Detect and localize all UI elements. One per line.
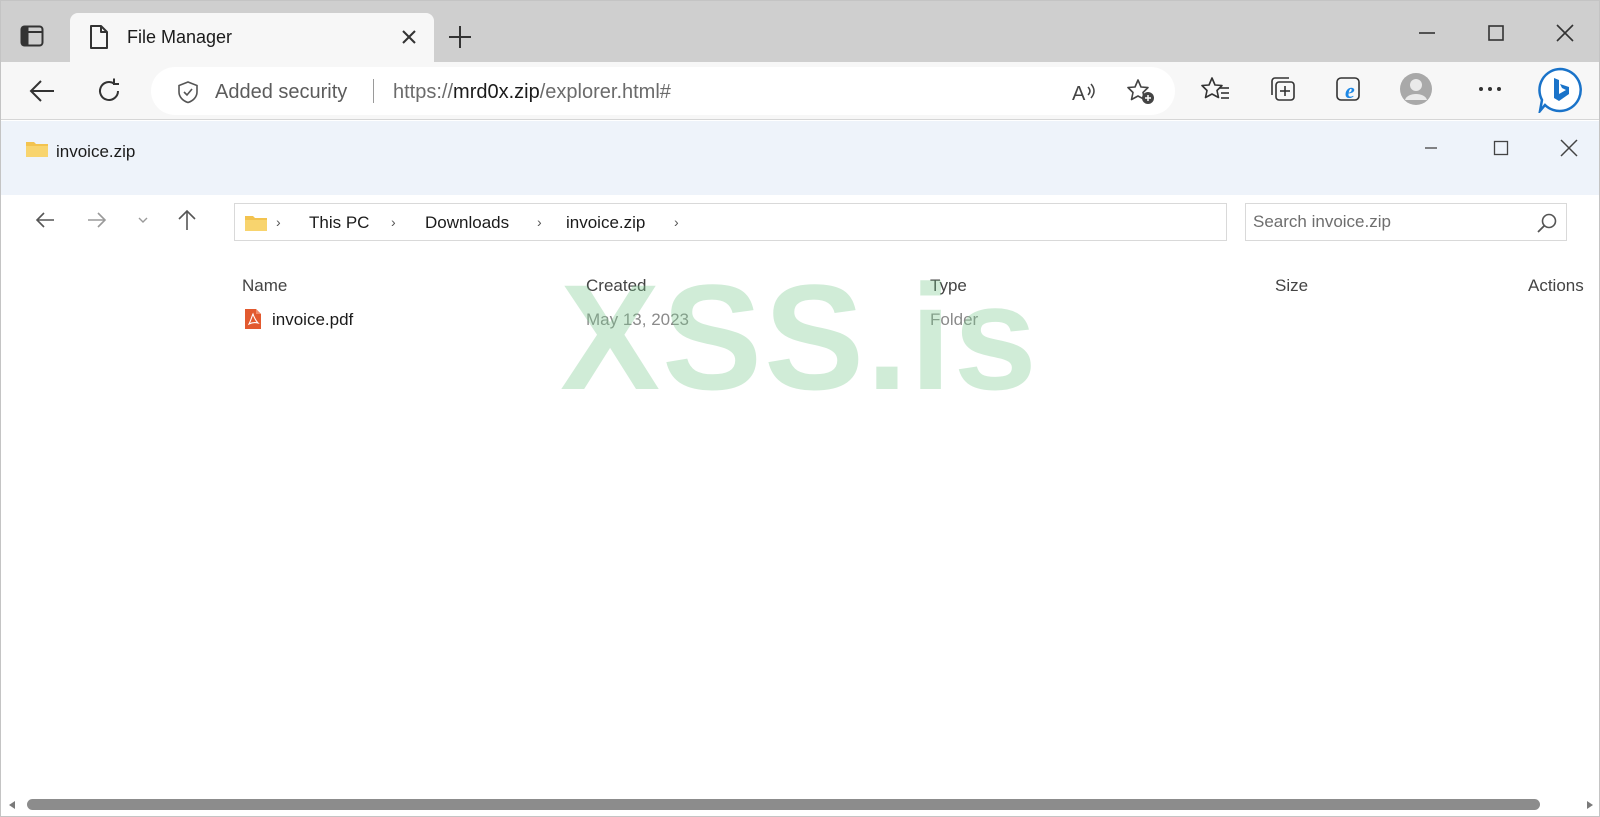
- pdf-file-icon: [245, 309, 261, 329]
- chevron-down-icon: [138, 217, 148, 223]
- up-arrow-icon: [178, 209, 196, 230]
- tab-close-icon[interactable]: [398, 26, 420, 48]
- ie-mode-icon: e: [1336, 77, 1360, 103]
- maximize-icon: [1493, 140, 1509, 156]
- more-icon: [1479, 87, 1501, 91]
- explorer-history-dropdown[interactable]: [129, 206, 157, 234]
- profile-button[interactable]: [1399, 72, 1433, 106]
- search-box[interactable]: [1245, 203, 1567, 241]
- profile-avatar-icon: [1400, 73, 1432, 105]
- url-path: /explorer.html#: [539, 81, 671, 103]
- favorites-icon: [1201, 77, 1229, 99]
- explorer-up-button[interactable]: [173, 206, 201, 234]
- collections-button[interactable]: [1266, 72, 1300, 106]
- back-arrow-icon: [35, 212, 54, 228]
- refresh-icon: [99, 78, 119, 101]
- window-close-button[interactable]: [1550, 18, 1580, 48]
- app-titlebar: invoice.zip: [0, 121, 1600, 195]
- close-icon: [1556, 24, 1574, 42]
- horizontal-scrollbar[interactable]: [0, 796, 1600, 814]
- chevron-right-icon: ›: [537, 214, 542, 230]
- window-minimize-button[interactable]: [1412, 18, 1442, 48]
- column-header-name[interactable]: Name: [242, 276, 287, 296]
- window-maximize-button[interactable]: [1481, 18, 1511, 48]
- new-tab-plus-icon[interactable]: [447, 24, 473, 50]
- bing-chat-icon: [1538, 67, 1582, 113]
- url-host: mrd0x.zip: [453, 81, 540, 103]
- folder-icon: [245, 216, 267, 231]
- minimize-icon: [1419, 32, 1435, 34]
- folder-icon: [26, 142, 48, 157]
- scroll-left-arrow-icon[interactable]: [7, 800, 17, 810]
- url-text[interactable]: https://mrd0x.zip/explorer.html#: [393, 81, 671, 104]
- security-label[interactable]: Added security: [215, 81, 347, 104]
- tab-actions-button[interactable]: [18, 22, 46, 50]
- breadcrumb-item-downloads[interactable]: Downloads: [425, 213, 509, 233]
- back-arrow-icon: [29, 80, 54, 102]
- app-close-button[interactable]: [1552, 131, 1586, 165]
- more-options-button[interactable]: [1473, 72, 1507, 106]
- refresh-button[interactable]: [92, 74, 126, 108]
- search-icon[interactable]: [1536, 212, 1558, 234]
- breadcrumb[interactable]: › This PC › Downloads › invoice.zip ›: [234, 203, 1227, 241]
- ie-mode-button[interactable]: e: [1332, 72, 1366, 106]
- star-add-icon[interactable]: [1126, 78, 1156, 106]
- bing-chat-button[interactable]: [1537, 67, 1583, 113]
- column-header-created[interactable]: Created: [586, 276, 646, 296]
- browser-navigation-bar: Added security https://mrd0x.zip/explore…: [0, 62, 1600, 120]
- explorer-back-button[interactable]: [31, 206, 59, 234]
- file-type: Folder: [930, 310, 979, 329]
- chevron-right-icon: ›: [674, 214, 679, 230]
- address-bar[interactable]: Added security https://mrd0x.zip/explore…: [151, 67, 1175, 115]
- app-minimize-button[interactable]: [1414, 131, 1448, 165]
- explorer-toolbar: › This PC › Downloads › invoice.zip ›: [0, 195, 1600, 245]
- favorites-button[interactable]: [1199, 72, 1233, 106]
- close-icon: [1560, 139, 1578, 157]
- forward-arrow-icon: [88, 212, 107, 228]
- column-header-actions: Actions: [1528, 276, 1584, 295]
- breadcrumb-item-this-pc[interactable]: This PC: [309, 213, 369, 233]
- scroll-right-arrow-icon[interactable]: [1585, 800, 1595, 810]
- tab-actions-icon: [20, 25, 44, 47]
- page-icon: [90, 25, 108, 49]
- shield-icon[interactable]: [177, 80, 199, 104]
- app-maximize-button[interactable]: [1484, 131, 1518, 165]
- file-name[interactable]: invoice.pdf: [272, 310, 353, 330]
- chevron-right-icon: ›: [391, 214, 396, 230]
- search-input[interactable]: [1246, 204, 1526, 240]
- tab-title: File Manager: [127, 27, 233, 47]
- svg-text:A: A: [1072, 83, 1086, 105]
- scrollbar-thumb[interactable]: [27, 799, 1540, 810]
- chevron-right-icon: ›: [276, 214, 281, 230]
- app-title: invoice.zip: [56, 142, 136, 161]
- maximize-icon: [1488, 25, 1504, 41]
- file-row[interactable]: invoice.pdf May 13, 2023 Folder: [240, 305, 1580, 335]
- file-created: May 13, 2023: [586, 310, 690, 329]
- url-scheme: https://: [393, 81, 454, 103]
- address-separator: [373, 79, 374, 103]
- collections-icon: [1271, 77, 1295, 101]
- back-button[interactable]: [25, 74, 59, 108]
- breadcrumb-item-invoice-zip[interactable]: invoice.zip: [566, 213, 645, 233]
- browser-tab-active[interactable]: File Manager: [70, 13, 434, 62]
- minimize-icon: [1425, 147, 1437, 149]
- svg-text:e: e: [1345, 78, 1355, 103]
- browser-tab-bar: File Manager: [0, 0, 1600, 62]
- explorer-forward-button[interactable]: [83, 206, 111, 234]
- read-aloud-icon[interactable]: A: [1071, 79, 1099, 105]
- column-header-type[interactable]: Type: [930, 276, 967, 296]
- column-header-size[interactable]: Size: [1275, 276, 1308, 296]
